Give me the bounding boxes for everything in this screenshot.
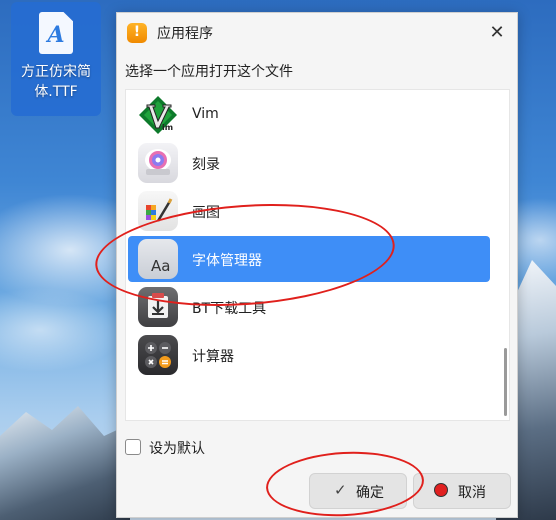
list-item-calculator[interactable]: 计算器 — [128, 332, 490, 378]
list-item-paint[interactable]: 画图 — [128, 188, 490, 234]
svg-text:im: im — [162, 123, 173, 132]
cancel-button[interactable]: 取消 — [413, 473, 511, 509]
desktop-file-label: 方正仿宋简体.TTF — [21, 64, 91, 100]
app-label: BT下载工具 — [192, 301, 267, 317]
app-label: 刻录 — [192, 157, 220, 173]
bt-download-icon — [138, 287, 178, 327]
set-default-label: 设为默认 — [149, 441, 205, 457]
app-label: 计算器 — [192, 349, 234, 365]
dialog-title: 应用程序 — [157, 26, 213, 42]
dialog-prompt: 选择一个应用打开这个文件 — [125, 64, 293, 80]
font-manager-icon: Aa — [138, 239, 178, 279]
set-default-checkbox[interactable] — [125, 439, 141, 455]
app-list: im Vim 刻录 画图 Aa 字体管理器 BT下载工具 计算器 — [125, 89, 510, 421]
list-item-font-manager[interactable]: Aa 字体管理器 — [128, 236, 490, 282]
app-label: Vim — [192, 106, 219, 122]
list-item-vim[interactable]: im Vim — [128, 92, 490, 138]
ok-button-label: 确定 — [356, 485, 384, 501]
close-icon[interactable]: ✕ — [485, 21, 509, 45]
list-item-bt-download[interactable]: BT下载工具 — [128, 284, 490, 330]
ok-button[interactable]: ✓ 确定 — [309, 473, 407, 509]
dialog-titlebar: ! 应用程序 ✕ — [117, 13, 517, 51]
disc-burner-icon — [138, 143, 178, 183]
app-warning-icon: ! — [127, 23, 147, 43]
vim-icon: im — [138, 95, 178, 135]
open-with-dialog: ! 应用程序 ✕ 选择一个应用打开这个文件 im Vim 刻录 画图 Aa 字体… — [116, 12, 518, 518]
ttf-font-file-icon: A — [39, 12, 73, 54]
checkmark-icon: ✓ — [334, 481, 347, 499]
paint-icon — [138, 191, 178, 231]
app-label: 字体管理器 — [192, 253, 262, 269]
calculator-icon — [138, 335, 178, 375]
stop-record-icon — [434, 483, 448, 497]
list-scrollbar[interactable] — [504, 348, 507, 416]
app-label: 画图 — [192, 205, 220, 221]
cancel-button-label: 取消 — [458, 485, 486, 501]
list-item-disc-burner[interactable]: 刻录 — [128, 140, 490, 186]
mountain-scenery — [0, 406, 130, 520]
desktop-file-icon[interactable]: A 方正仿宋简体.TTF — [11, 2, 101, 116]
